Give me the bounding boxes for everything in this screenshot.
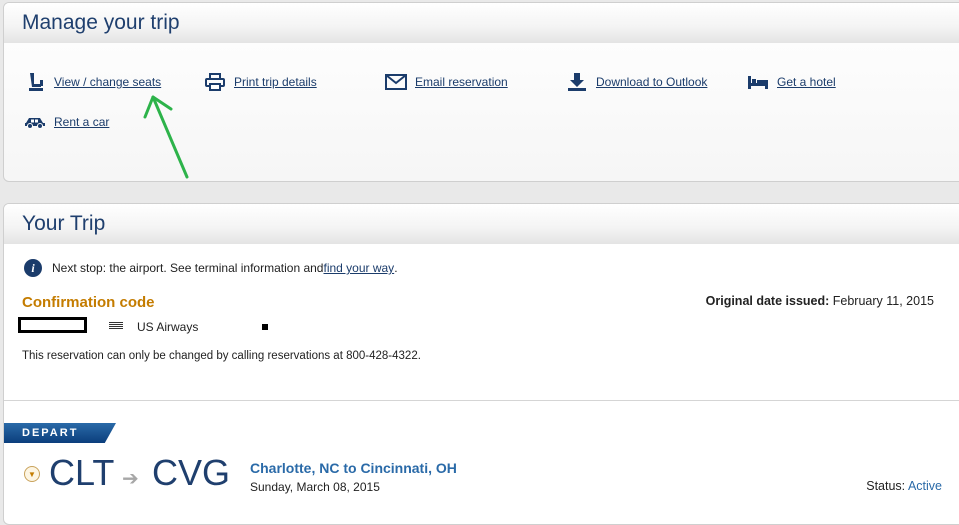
- status-label: Status:: [866, 479, 906, 493]
- rent-car-link[interactable]: Rent a car: [24, 111, 109, 133]
- email-reservation-label: Email reservation: [415, 75, 508, 89]
- rent-car-label: Rent a car: [54, 115, 110, 129]
- airline-name: US Airways: [137, 320, 199, 334]
- issued-value: February 11, 2015: [832, 294, 934, 308]
- route-arrow-icon: ➔: [122, 468, 139, 490]
- manage-trip-panel: Manage your trip View / change seats Pri…: [3, 2, 959, 182]
- your-trip-title: Your Trip: [22, 212, 106, 235]
- redaction-mark: [262, 324, 268, 330]
- route-title[interactable]: Charlotte, NC to Cincinnati, OH: [250, 460, 457, 476]
- download-outlook-label: Download to Outlook: [596, 75, 708, 89]
- get-hotel-label: Get a hotel: [777, 75, 836, 89]
- bed-icon: [747, 71, 769, 93]
- annotation-arrow-icon: [143, 95, 189, 179]
- get-hotel-link[interactable]: Get a hotel: [747, 71, 836, 93]
- car-icon: [24, 111, 46, 133]
- manage-trip-title: Manage your trip: [22, 11, 180, 34]
- original-date-issued: Original date issued: February 11, 2015: [706, 294, 934, 308]
- download-outlook-link[interactable]: Download to Outlook: [566, 71, 707, 93]
- section-divider: [4, 400, 959, 401]
- status-value: Active: [907, 479, 942, 493]
- info-icon: i: [24, 259, 42, 277]
- find-your-way-link[interactable]: find your way: [323, 261, 394, 275]
- your-trip-header: Your Trip: [4, 204, 959, 244]
- email-reservation-link[interactable]: Email reservation: [385, 71, 508, 93]
- redacted-confirmation-code: [18, 317, 87, 333]
- airport-info-row: i Next stop: the airport. See terminal i…: [24, 259, 398, 277]
- depart-tag: DEPART: [4, 423, 116, 443]
- airport-info-end: .: [394, 261, 398, 275]
- reservation-change-note: This reservation can only be changed by …: [22, 350, 421, 362]
- your-trip-panel: Your Trip i Next stop: the airport. See …: [3, 203, 959, 525]
- issued-label: Original date issued:: [705, 294, 830, 308]
- destination-code: CVG: [152, 452, 231, 493]
- view-change-seats-link[interactable]: View / change seats: [24, 71, 161, 93]
- print-trip-details-link[interactable]: Print trip details: [204, 71, 317, 93]
- origin-code: CLT: [49, 452, 115, 493]
- view-change-seats-label: View / change seats: [54, 75, 162, 89]
- airport-info-text: Next stop: the airport. See terminal inf…: [52, 261, 324, 275]
- print-trip-details-label: Print trip details: [234, 75, 317, 89]
- printer-icon: [204, 71, 226, 93]
- route-date: Sunday, March 08, 2015: [250, 480, 380, 494]
- envelope-icon: [385, 71, 407, 93]
- download-icon: [566, 71, 588, 93]
- flight-status: Status: Active: [866, 479, 942, 493]
- confirmation-code-title: Confirmation code: [22, 294, 155, 311]
- us-flag-icon: [109, 322, 123, 329]
- manage-trip-header: Manage your trip: [4, 3, 959, 43]
- expand-toggle-icon[interactable]: ▼: [24, 466, 40, 482]
- seat-icon: [24, 71, 46, 93]
